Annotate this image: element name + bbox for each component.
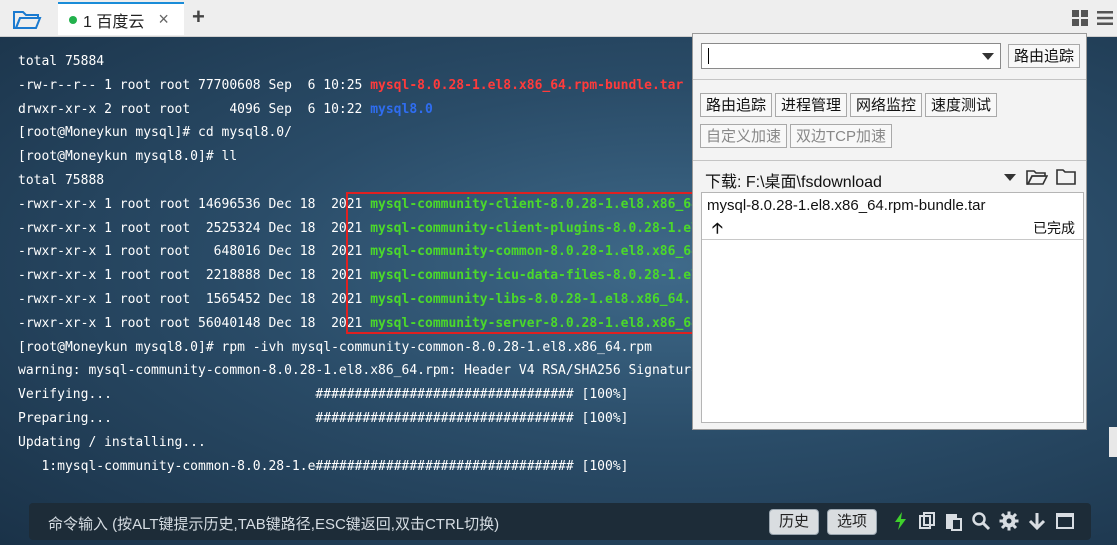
rpm-files-highlight-box — [346, 192, 695, 334]
folder-icon[interactable] — [1056, 168, 1076, 185]
text-caret — [708, 48, 709, 64]
new-tab-button[interactable]: + — [192, 4, 205, 30]
command-input-hint[interactable]: 命令输入 (按ALT键提示历史,TAB键路径,ESC键返回,双击CTRL切换) — [48, 513, 499, 534]
terminal-text: -rwxr-xr-x 1 root root 14696536 Dec 18 2… — [18, 196, 371, 212]
terminal-scrollbar[interactable] — [1109, 427, 1117, 457]
tools-panel: 路由追踪 路由追踪 进程管理 网络监控 速度测试 自定义加速 双边TCP加速 下… — [692, 33, 1087, 430]
download-status: 已完成 — [1033, 220, 1075, 236]
tool-route-trace-button[interactable]: 路由追踪 — [700, 93, 773, 117]
folder-open-icon[interactable] — [1026, 168, 1048, 186]
terminal-text: total 75888 — [18, 172, 105, 188]
chevron-down-icon[interactable] — [1004, 174, 1016, 182]
history-button[interactable]: 历史 — [769, 509, 820, 535]
bilateral-tcp-acceleration-button[interactable]: 双边TCP加速 — [790, 124, 893, 148]
search-icon[interactable] — [971, 511, 991, 531]
terminal-text: [root@Moneykun mysql8.0]# ll — [18, 149, 238, 165]
download-path-label: 下载: F:\桌面\fsdownload — [705, 174, 882, 191]
connected-status-dot — [69, 15, 77, 24]
divider — [693, 79, 1086, 80]
gear-icon[interactable] — [999, 511, 1019, 531]
terminal-text: -rwxr-xr-x 1 root root 2525324 Dec 18 20… — [18, 220, 371, 236]
paste-icon[interactable] — [943, 511, 963, 531]
terminal-text: Preparing... ###########################… — [18, 410, 629, 426]
download-list: mysql-8.0.28-1.el8.x86_64.rpm-bundle.tar… — [701, 192, 1084, 423]
options-button[interactable]: 选项 — [827, 509, 878, 535]
terminal-line: 1:mysql-community-common-8.0.28-1.e#####… — [18, 455, 887, 479]
terminal-text: -rwxr-xr-x 1 root root 648016 Dec 18 202… — [18, 244, 371, 260]
copy-icon[interactable] — [917, 511, 937, 531]
tool-network-monitor-button[interactable]: 网络监控 — [850, 93, 923, 117]
tool-process-manager-button[interactable]: 进程管理 — [775, 93, 848, 117]
tab-baiduyun[interactable]: 1 百度云 × — [58, 2, 184, 35]
hamburger-menu-icon[interactable] — [1096, 9, 1114, 27]
terminal-text: total 75884 — [18, 54, 105, 69]
divider — [702, 239, 1083, 240]
terminal-text: -rwxr-xr-x 1 root root 1565452 Dec 18 20… — [18, 291, 371, 307]
tab-label: 1 百度云 — [83, 13, 145, 31]
terminal-text: [root@Moneykun mysql]# cd mysql8.0/ — [18, 125, 292, 141]
terminal-text: Verifying... ###########################… — [18, 387, 629, 403]
terminal-text: -rw-r--r-- 1 root root 77700608 Sep 6 10… — [18, 77, 371, 93]
host-combobox[interactable] — [701, 43, 1001, 69]
custom-acceleration-button[interactable]: 自定义加速 — [700, 124, 788, 148]
tool-speed-test-button[interactable]: 速度测试 — [925, 93, 998, 117]
terminal-text: mysql8.0 — [370, 101, 433, 117]
lightning-icon[interactable] — [891, 511, 911, 531]
terminal-text: [root@Moneykun mysql8.0]# rpm -ivh mysql… — [18, 339, 652, 355]
command-input-bar[interactable]: 命令输入 (按ALT键提示历史,TAB键路径,ESC键返回,双击CTRL切换) … — [29, 503, 1091, 540]
terminal-text: mysql-8.0.28-1.el8.x86_64.rpm-bundle.tar — [370, 77, 684, 93]
terminal-text: -rwxr-xr-x 1 root root 56040148 Dec 18 2… — [18, 315, 371, 331]
terminal-line: Updating / installing... — [18, 431, 887, 455]
grid-layout-icon[interactable] — [1071, 9, 1089, 27]
window-icon[interactable] — [1055, 511, 1075, 531]
chevron-down-icon[interactable] — [982, 53, 994, 60]
folder-open-icon[interactable] — [12, 7, 42, 31]
divider — [693, 160, 1086, 161]
terminal-text: 1:mysql-community-common-8.0.28-1.e#####… — [18, 458, 629, 474]
close-tab-icon[interactable]: × — [158, 9, 169, 30]
download-arrow-icon[interactable] — [1027, 511, 1047, 531]
terminal-text: drwxr-xr-x 2 root root 4096 Sep 6 10:22 — [18, 101, 371, 117]
tab-bar: 1 百度云 × + — [0, 0, 1117, 37]
route-trace-go-button[interactable]: 路由追踪 — [1008, 44, 1081, 68]
download-file-name: mysql-8.0.28-1.el8.x86_64.rpm-bundle.tar — [707, 197, 986, 214]
terminal-text: -rwxr-xr-x 1 root root 2218888 Dec 18 20… — [18, 268, 371, 284]
terminal-text: Updating / installing... — [18, 434, 206, 450]
